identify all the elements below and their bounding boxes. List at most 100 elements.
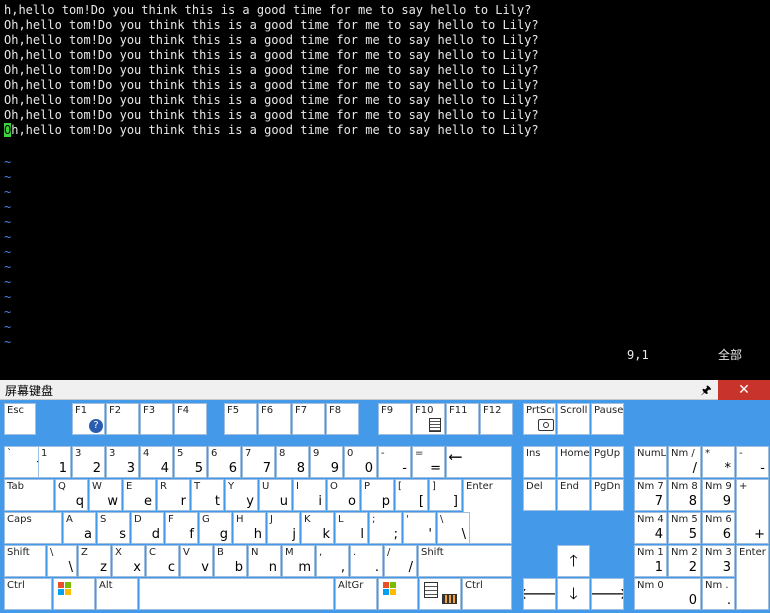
key-num8[interactable]: Nm 8 8	[668, 479, 701, 511]
key-ins[interactable]: Ins	[523, 446, 556, 478]
key-h[interactable]: Hh	[233, 512, 266, 544]
key-a[interactable]: Aa	[63, 512, 96, 544]
key-equals[interactable]: = =	[412, 446, 445, 478]
key-lbracket[interactable]: [[	[395, 479, 428, 511]
key-i[interactable]: Ii	[293, 479, 326, 511]
key-numenter[interactable]: Enter	[736, 545, 769, 610]
key-k2[interactable]: 32	[72, 446, 105, 478]
key-k0[interactable]: 00	[344, 446, 377, 478]
key-end[interactable]: End	[557, 479, 590, 511]
key-num1[interactable]: Nm 1 1	[634, 545, 667, 577]
key-f11[interactable]: F11	[446, 403, 479, 435]
key-numlock[interactable]: NumL	[634, 446, 667, 478]
key-f[interactable]: Ff	[165, 512, 198, 544]
key-pause[interactable]: Pause	[591, 403, 624, 435]
key-f8[interactable]: F8	[326, 403, 359, 435]
key-rbracket[interactable]: ]]	[429, 479, 462, 511]
key-scroll[interactable]: Scroll	[557, 403, 590, 435]
key-num3[interactable]: Nm 3 3	[702, 545, 735, 577]
key-u[interactable]: Uu	[259, 479, 292, 511]
key-slash[interactable]: / /	[384, 545, 417, 577]
key-f1[interactable]: F1?	[72, 403, 105, 435]
key-rwin[interactable]	[378, 578, 418, 610]
key-k7[interactable]: 77	[242, 446, 275, 478]
key-left[interactable]: 🡐	[523, 578, 556, 610]
key-lctrl[interactable]: Ctrl	[4, 578, 52, 610]
key-f9[interactable]: F9	[378, 403, 411, 435]
key-f2[interactable]: F2	[106, 403, 139, 435]
key-home[interactable]: Home	[557, 446, 590, 478]
key-r[interactable]: Rr	[157, 479, 190, 511]
key-numadd[interactable]: + +	[736, 479, 769, 544]
key-pgup[interactable]: PgUp	[591, 446, 624, 478]
key-l[interactable]: Ll	[335, 512, 368, 544]
key-f12[interactable]: F12	[480, 403, 513, 435]
key-p[interactable]: Pp	[361, 479, 394, 511]
key-k9[interactable]: 99	[310, 446, 343, 478]
key-n[interactable]: Nn	[248, 545, 281, 577]
key-period[interactable]: ..	[350, 545, 383, 577]
key-nummul[interactable]: * *	[702, 446, 735, 478]
key-caps[interactable]: Caps	[4, 512, 62, 544]
key-y[interactable]: Yy	[225, 479, 258, 511]
key-lwin[interactable]	[53, 578, 95, 610]
key-k1[interactable]: 11	[38, 446, 71, 478]
key-x[interactable]: Xx	[112, 545, 145, 577]
key-num4[interactable]: Nm 4 4	[634, 512, 667, 544]
key-e[interactable]: Ee	[123, 479, 156, 511]
key-right[interactable]: 🡒	[591, 578, 624, 610]
key-b[interactable]: Bb	[214, 545, 247, 577]
key-d[interactable]: Dd	[131, 512, 164, 544]
key-backslash[interactable]: \ \	[437, 512, 470, 544]
key-w[interactable]: Ww	[89, 479, 122, 511]
key-comma[interactable]: ,,	[316, 545, 349, 577]
key-numdot[interactable]: Nm ..	[702, 578, 735, 610]
key-num7[interactable]: Nm 7 7	[634, 479, 667, 511]
key-num0[interactable]: Nm 0 0	[634, 578, 701, 610]
key-quote[interactable]: ' '	[403, 512, 436, 544]
key-j[interactable]: Jj	[267, 512, 300, 544]
key-up[interactable]: 🡑	[557, 545, 590, 577]
osk-title-bar[interactable]: 屏幕键盘 🖈 ✕	[0, 380, 770, 400]
key-k8[interactable]: 88	[276, 446, 309, 478]
key-f7[interactable]: F7	[292, 403, 325, 435]
key-num6[interactable]: Nm 6 6	[702, 512, 735, 544]
key-c[interactable]: Cc	[146, 545, 179, 577]
key-t[interactable]: Tt	[191, 479, 224, 511]
key-semicolon[interactable]: ;;	[369, 512, 402, 544]
close-button[interactable]: ✕	[718, 380, 770, 400]
key-f10[interactable]: F10	[412, 403, 445, 435]
key-num2[interactable]: Nm 2 2	[668, 545, 701, 577]
key-s[interactable]: Ss	[97, 512, 130, 544]
key-k4[interactable]: 44	[140, 446, 173, 478]
key-v[interactable]: Vv	[180, 545, 213, 577]
key-space[interactable]	[139, 578, 334, 610]
key-pgdn[interactable]: PgDn	[591, 479, 624, 511]
key-lshift[interactable]: Shift	[4, 545, 46, 577]
key-lalt[interactable]: Alt	[96, 578, 138, 610]
key-del[interactable]: Del	[523, 479, 556, 511]
key-minus[interactable]: --	[378, 446, 411, 478]
key-down[interactable]: 🡓	[557, 578, 590, 610]
key-numdiv[interactable]: Nm / /	[668, 446, 701, 478]
key-z[interactable]: Zz	[78, 545, 111, 577]
key-num9[interactable]: Nm 9 9	[702, 479, 735, 511]
key-m[interactable]: Mm	[282, 545, 315, 577]
pin-icon[interactable]: 🖈	[697, 382, 715, 398]
key-menu[interactable]	[419, 578, 461, 610]
terminal-window[interactable]: h,hello tom!Do you think this is a good …	[0, 0, 770, 380]
key-f6[interactable]: F6	[258, 403, 291, 435]
key-num5[interactable]: Nm 5 5	[668, 512, 701, 544]
key-esc[interactable]: Esc	[4, 403, 36, 435]
key-k[interactable]: Kk	[301, 512, 334, 544]
key-k3[interactable]: 33	[106, 446, 139, 478]
key-rshift[interactable]: Shift	[418, 545, 512, 577]
key-tab[interactable]: Tab	[4, 479, 54, 511]
key-enter[interactable]: Enter	[463, 479, 512, 544]
key-f4[interactable]: F4	[174, 403, 207, 435]
key-k5[interactable]: 55	[174, 446, 207, 478]
key-q[interactable]: Qq	[55, 479, 88, 511]
key-o[interactable]: Oo	[327, 479, 360, 511]
key-oem102[interactable]: \ \	[47, 545, 77, 577]
key-k6[interactable]: 66	[208, 446, 241, 478]
